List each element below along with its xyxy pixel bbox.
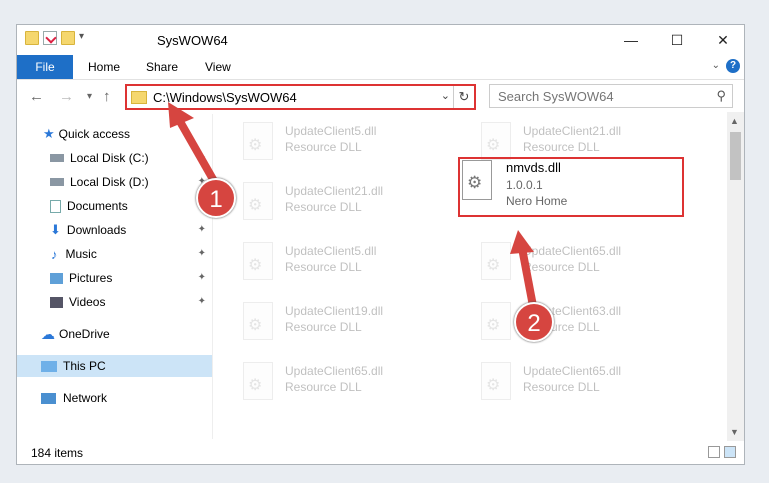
arrow-2-line [518,247,537,307]
step-1-badge: 1 [196,178,236,218]
step-2-badge: 2 [514,302,554,342]
arrow-2-head [510,230,534,254]
annotation-arrows [168,102,537,307]
